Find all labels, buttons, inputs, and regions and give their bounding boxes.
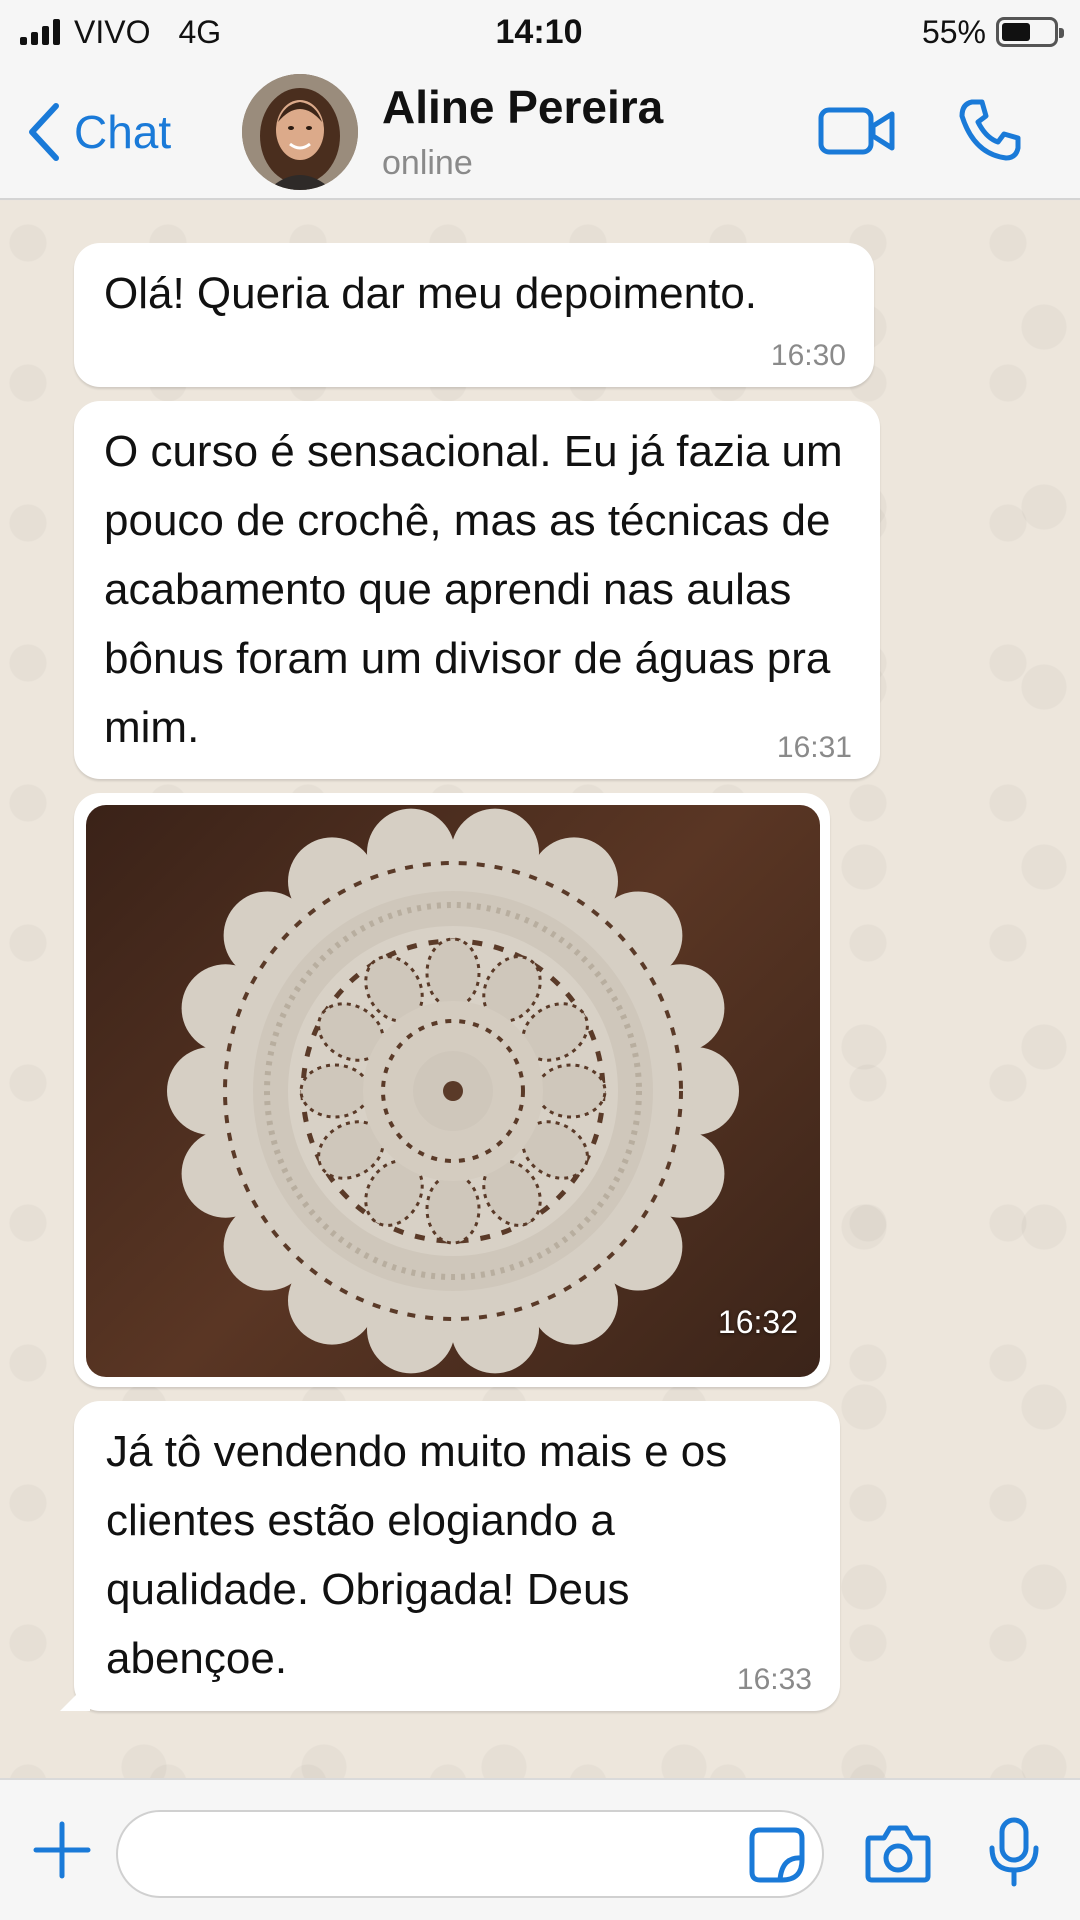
back-label: Chat xyxy=(74,106,172,158)
phone-call-icon[interactable] xyxy=(956,96,1024,164)
status-bar: VIVO 4G 14:10 55% xyxy=(0,0,1080,64)
status-time: 14:10 xyxy=(495,12,583,51)
back-button[interactable]: Chat xyxy=(24,100,171,164)
camera-icon[interactable] xyxy=(864,1822,932,1884)
sticker-icon[interactable] xyxy=(748,1826,806,1884)
message-text: Já tô vendendo muito mais e os clientes … xyxy=(106,1427,728,1683)
battery-fill xyxy=(1002,23,1030,41)
message-bubble[interactable]: O curso é sensacional. Eu já fazia um po… xyxy=(74,401,880,779)
contact-name[interactable]: Aline Pereira xyxy=(382,80,663,134)
battery-icon xyxy=(996,17,1064,47)
carrier-name: VIVO xyxy=(74,13,151,50)
contact-status: online xyxy=(382,144,473,182)
chevron-left-icon xyxy=(29,103,59,161)
input-bar xyxy=(0,1778,1080,1920)
image-message[interactable]: 16:32 xyxy=(74,793,830,1387)
signal-icon xyxy=(20,19,60,45)
message-bubble[interactable]: Já tô vendendo muito mais e os clientes … xyxy=(74,1401,840,1711)
message-text: Olá! Queria dar meu depoimento. xyxy=(104,269,758,318)
avatar-picture xyxy=(242,74,358,190)
message-time: 16:31 xyxy=(776,731,852,764)
doily-illustration xyxy=(167,808,739,1374)
message-input[interactable] xyxy=(116,1810,824,1898)
message-bubble[interactable]: Olá! Queria dar meu depoimento. 16:30 xyxy=(74,243,874,387)
message-time: 16:30 xyxy=(770,339,846,372)
microphone-icon[interactable] xyxy=(986,1816,1042,1888)
plus-icon[interactable] xyxy=(32,1820,92,1880)
battery-percent: 55% xyxy=(921,13,986,50)
video-call-icon[interactable] xyxy=(818,102,896,160)
message-text: O curso é sensacional. Eu já fazia um po… xyxy=(104,427,843,752)
chat-header: Chat Aline Pereira online xyxy=(0,64,1080,200)
chat-area[interactable]: Olá! Queria dar meu depoimento. 16:30 O … xyxy=(0,201,1080,1778)
status-left: VIVO 4G xyxy=(20,14,320,51)
message-time: 16:33 xyxy=(736,1663,812,1696)
status-right: 55% xyxy=(758,13,1064,51)
message-time: 16:32 xyxy=(717,1304,798,1340)
crochet-doily-photo[interactable]: 16:32 xyxy=(86,805,820,1377)
network-type: 4G xyxy=(178,13,222,50)
avatar[interactable] xyxy=(242,74,358,190)
